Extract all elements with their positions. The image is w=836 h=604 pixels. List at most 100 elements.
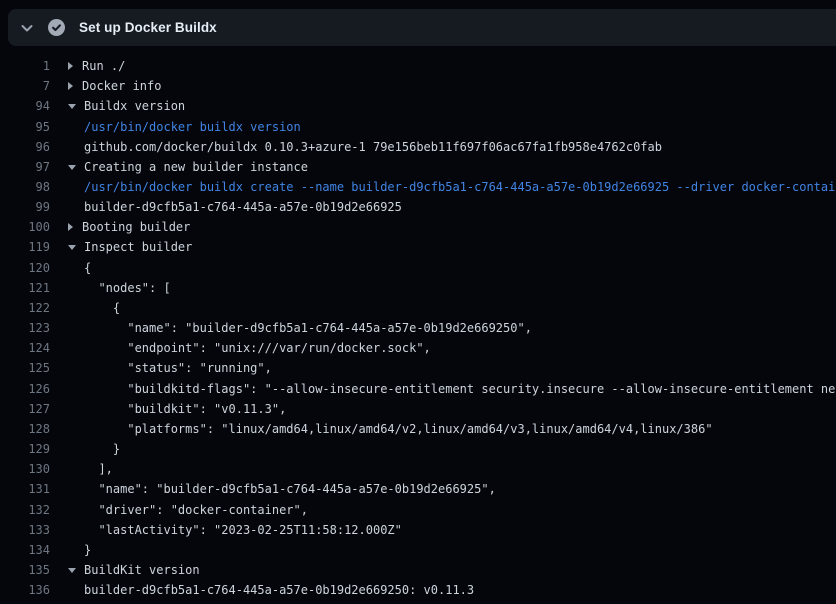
line-number[interactable]: 121 [0, 281, 50, 295]
log-output-text: "status": "running", [68, 361, 272, 375]
chevron-down-icon[interactable] [19, 20, 35, 36]
line-number[interactable]: 132 [0, 503, 50, 517]
log-line: 127 "buildkit": "v0.11.3", [0, 399, 836, 419]
log-line: 96 github.com/docker/buildx 0.10.3+azure-… [0, 137, 836, 157]
log-line: 120 { [0, 258, 836, 278]
line-number[interactable]: 98 [0, 180, 50, 194]
log-line: 126 "buildkitd-flags": "--allow-insecure… [0, 379, 836, 399]
line-number[interactable]: 131 [0, 482, 50, 496]
log-group-toggle[interactable]: Buildx version [68, 99, 185, 113]
log-line: 131 "name": "builder-d9cfb5a1-c764-445a-… [0, 479, 836, 499]
log-text-cell: builder-d9cfb5a1-c764-445a-a57e-0b19d2e6… [68, 200, 402, 214]
log-line: 125 "status": "running", [0, 358, 836, 378]
log-text-cell: } [68, 543, 91, 557]
log-group-toggle[interactable]: Booting builder [68, 220, 190, 234]
log-output-text: "name": "builder-d9cfb5a1-c764-445a-a57e… [68, 321, 532, 335]
line-number[interactable]: 99 [0, 200, 50, 214]
chevron-right-icon [68, 82, 73, 90]
log-text-cell: "status": "running", [68, 361, 272, 375]
log-output-text: "nodes": [ [68, 281, 171, 295]
log-output-text: github.com/docker/buildx 0.10.3+azure-1 … [68, 140, 662, 154]
log-line: 133 "lastActivity": "2023-02-25T11:58:12… [0, 520, 836, 540]
log-text-cell: "platforms": "linux/amd64,linux/amd64/v2… [68, 422, 713, 436]
log-text-cell: { [68, 261, 91, 275]
line-number[interactable]: 136 [0, 583, 50, 597]
log-text-cell: "lastActivity": "2023-02-25T11:58:12.000… [68, 523, 402, 537]
log-line: 119 Inspect builder [0, 237, 836, 257]
line-number[interactable]: 100 [0, 220, 50, 234]
line-number[interactable]: 127 [0, 402, 50, 416]
line-number[interactable]: 128 [0, 422, 50, 436]
line-number[interactable]: 119 [0, 240, 50, 254]
log-output-text: "lastActivity": "2023-02-25T11:58:12.000… [68, 523, 402, 537]
log-line: 94 Buildx version [0, 96, 836, 116]
line-number[interactable]: 96 [0, 140, 50, 154]
log-output-text: builder-d9cfb5a1-c764-445a-a57e-0b19d2e6… [68, 200, 402, 214]
log-text-cell: "name": "builder-d9cfb5a1-c764-445a-a57e… [68, 482, 496, 496]
line-number[interactable]: 7 [0, 79, 50, 93]
log-text-cell: ], [68, 462, 113, 476]
log-text-cell: "name": "builder-d9cfb5a1-c764-445a-a57e… [68, 321, 532, 335]
log-line: 128 "platforms": "linux/amd64,linux/amd6… [0, 419, 836, 439]
line-number[interactable]: 94 [0, 99, 50, 113]
log-group-toggle[interactable]: Docker info [68, 79, 161, 93]
line-number[interactable]: 95 [0, 120, 50, 134]
line-number[interactable]: 134 [0, 543, 50, 557]
line-number[interactable]: 126 [0, 382, 50, 396]
line-number[interactable]: 135 [0, 563, 50, 577]
chevron-down-icon [68, 568, 76, 573]
line-number[interactable]: 125 [0, 361, 50, 375]
line-number[interactable]: 1 [0, 59, 50, 73]
chevron-down-icon [68, 245, 76, 250]
line-number[interactable]: 130 [0, 462, 50, 476]
line-number[interactable]: 133 [0, 523, 50, 537]
log-group-toggle[interactable]: Creating a new builder instance [68, 160, 308, 174]
log-group-title: Booting builder [82, 220, 190, 234]
log-line: 129 } [0, 439, 836, 459]
log-output-text: "name": "builder-d9cfb5a1-c764-445a-a57e… [68, 482, 496, 496]
line-number[interactable]: 97 [0, 160, 50, 174]
log-output-text: ], [68, 462, 113, 476]
log-line: 135 BuildKit version [0, 560, 836, 580]
log-text-cell: /usr/bin/docker buildx create --name bui… [68, 180, 836, 194]
log-group-title: Docker info [82, 79, 161, 93]
log-line: 121 "nodes": [ [0, 278, 836, 298]
log-line: 95/usr/bin/docker buildx version [0, 116, 836, 136]
line-number[interactable]: 124 [0, 341, 50, 355]
log-line: 122 { [0, 298, 836, 318]
log-group-toggle[interactable]: Inspect builder [68, 240, 192, 254]
line-number[interactable]: 120 [0, 261, 50, 275]
log-group-toggle[interactable]: Run ./ [68, 59, 125, 73]
log-text-cell: "buildkit": "v0.11.3", [68, 402, 286, 416]
log-text-cell: "nodes": [ [68, 281, 171, 295]
log-output-text: builder-d9cfb5a1-c764-445a-a57e-0b19d2e6… [68, 583, 474, 597]
chevron-down-icon [68, 165, 76, 170]
log-line: 98/usr/bin/docker buildx create --name b… [0, 177, 836, 197]
log-line: 97 Creating a new builder instance [0, 157, 836, 177]
log-line: 136 builder-d9cfb5a1-c764-445a-a57e-0b19d… [0, 580, 836, 600]
log-container: 1 Run ./ 7 Docker info 94 Buildx version 95/us… [0, 56, 836, 600]
log-line: 124 "endpoint": "unix:///var/run/docker.… [0, 338, 836, 358]
log-line: 7 Docker info [0, 76, 836, 96]
line-number[interactable]: 122 [0, 301, 50, 315]
line-number[interactable]: 129 [0, 442, 50, 456]
log-output-text: "driver": "docker-container", [68, 503, 308, 517]
log-text-cell: /usr/bin/docker buildx version [68, 120, 301, 134]
chevron-down-icon [68, 104, 76, 109]
log-output-text: "buildkit": "v0.11.3", [68, 402, 286, 416]
log-group-title: BuildKit version [84, 563, 200, 577]
log-group-toggle[interactable]: BuildKit version [68, 563, 200, 577]
step-header[interactable]: Set up Docker Buildx [8, 9, 836, 46]
log-text-cell: github.com/docker/buildx 0.10.3+azure-1 … [68, 140, 662, 154]
log-line: 134} [0, 540, 836, 560]
line-number[interactable]: 123 [0, 321, 50, 335]
log-text-cell: builder-d9cfb5a1-c764-445a-a57e-0b19d2e6… [68, 583, 474, 597]
log-line: 1 Run ./ [0, 56, 836, 76]
log-text-cell: { [68, 301, 120, 315]
log-output-text: } [68, 442, 120, 456]
log-output-text: "buildkitd-flags": "--allow-insecure-ent… [68, 382, 836, 396]
log-group-title: Buildx version [84, 99, 185, 113]
log-group-title: Creating a new builder instance [84, 160, 308, 174]
step-title: Set up Docker Buildx [79, 20, 217, 35]
log-output-text: { [68, 261, 91, 275]
